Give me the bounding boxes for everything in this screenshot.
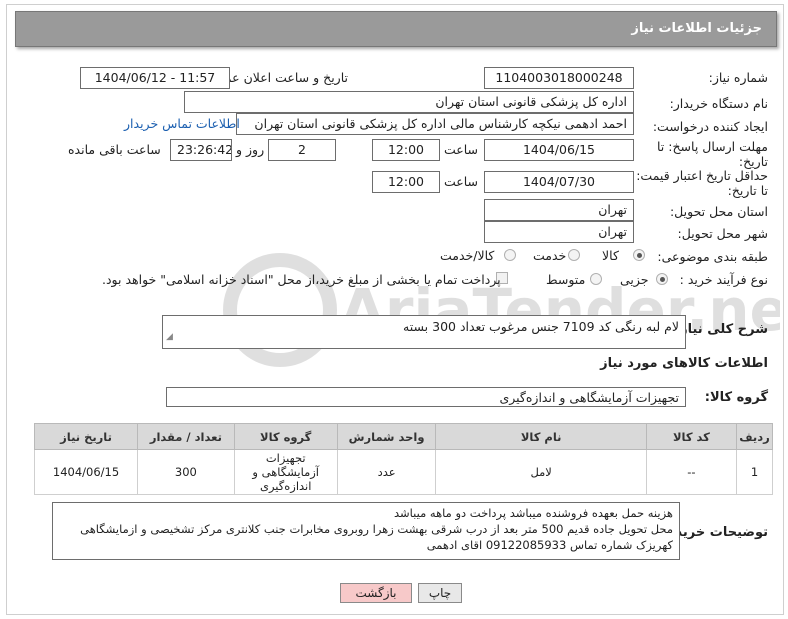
province-field: تهران: [484, 199, 634, 221]
back-button[interactable]: بازگشت: [340, 583, 412, 603]
days-label: روز و: [236, 142, 265, 157]
buyer-org-label: نام دستگاه خریدار:: [669, 96, 768, 111]
buyer-notes-line-1: هزینه حمل بعهده فروشنده میباشد پرداخت دو…: [393, 506, 673, 520]
remaining-time-field: 23:26:42: [170, 139, 232, 161]
creator-label: ایجاد کننده درخواست:: [652, 119, 768, 134]
process-label: نوع فرآیند خرید :: [679, 272, 768, 287]
buyer-org-field: اداره کل پزشکی قانونی استان تهران: [184, 91, 634, 113]
col-code: کد کالا: [645, 423, 738, 450]
col-date: تاریخ نیاز: [33, 423, 139, 450]
cell-group: تجهیزات آزمایشگاهی و اندازه‌گیری: [233, 449, 338, 495]
cell-row: 1: [736, 449, 773, 495]
category-radio-goods[interactable]: [633, 249, 645, 261]
goods-table-header: ردیف کد کالا نام کالا واحد شمارش گروه کا…: [33, 423, 773, 450]
buyer-contact-link[interactable]: اطلاعات تماس خریدار: [124, 116, 240, 131]
cell-name: لامل: [435, 449, 647, 495]
city-label: شهر محل تحویل:: [677, 226, 768, 241]
need-number-field: 1104003018000248: [484, 67, 634, 89]
category-option-both: کالا/خدمت: [440, 248, 495, 263]
goods-group-label: گروه کالا:: [704, 390, 768, 405]
category-label: طبقه بندی موضوعی:: [657, 249, 768, 264]
treasury-payment-note: پرداخت تمام یا بخشی از مبلغ خرید،از محل …: [102, 272, 501, 287]
category-option-service: خدمت: [533, 248, 567, 263]
process-radio-minor[interactable]: [656, 273, 668, 285]
panel-header: جزئیات اطلاعات نیاز: [15, 11, 777, 47]
remaining-label: ساعت باقی مانده: [68, 142, 161, 157]
validity-date-field: 1404/07/30: [484, 171, 634, 193]
days-remaining-field: 2: [268, 139, 336, 161]
buyer-notes-field: هزینه حمل بعهده فروشنده میباشد پرداخت دو…: [52, 502, 680, 560]
category-radio-service[interactable]: [568, 249, 580, 261]
validity-time-field: 12:00: [372, 171, 440, 193]
goods-table: ردیف کد کالا نام کالا واحد شمارش گروه کا…: [33, 423, 773, 495]
description-text: لام لبه رنگی کد 7109 جنس مرغوب تعداد 300…: [403, 319, 679, 334]
col-unit: واحد شمارش: [336, 423, 437, 450]
buyer-notes-line-2: محل تحویل جاده قدیم 500 متر بعد از درب ش…: [80, 522, 673, 536]
validity-label: حداقل تاریخ اعتبار قیمت: تا تاریخ:: [636, 168, 768, 198]
cell-unit: عدد: [336, 449, 437, 495]
deadline-label: مهلت ارسال پاسخ: تا تاریخ:: [657, 139, 768, 169]
cell-qty: 300: [137, 449, 235, 495]
resize-handle-icon[interactable]: ◢: [166, 328, 173, 346]
goods-group-field: تجهیزات آزمایشگاهی و اندازه‌گیری: [166, 387, 686, 407]
description-label: شرح کلی نیاز:: [674, 322, 768, 337]
panel-title: جزئیات اطلاعات نیاز: [631, 21, 762, 36]
description-textarea[interactable]: لام لبه رنگی کد 7109 جنس مرغوب تعداد 300…: [162, 315, 686, 349]
deadline-time-label: ساعت: [444, 142, 479, 157]
col-group: گروه کالا: [233, 423, 338, 450]
goods-section-title: اطلاعات کالاهای مورد نیاز: [600, 356, 768, 371]
col-row: ردیف: [736, 423, 773, 450]
col-name: نام کالا: [435, 423, 647, 450]
announce-field: 1404/06/12 - 11:57: [80, 67, 230, 89]
need-number-label: شماره نیاز:: [708, 70, 768, 85]
category-option-goods: کالا: [602, 248, 619, 263]
city-field: تهران: [484, 221, 634, 243]
province-label: استان محل تحویل:: [669, 204, 768, 219]
process-radio-medium[interactable]: [590, 273, 602, 285]
category-radio-both[interactable]: [504, 249, 516, 261]
print-button[interactable]: چاپ: [418, 583, 462, 603]
cell-code: --: [645, 449, 738, 495]
deadline-time-field: 12:00: [372, 139, 440, 161]
creator-field: احمد ادهمی نیکچه کارشناس مالی اداره کل پ…: [236, 113, 634, 135]
validity-time-label: ساعت: [444, 174, 479, 189]
process-option-minor: جزیی: [620, 272, 649, 287]
table-row: 1 -- لامل عدد تجهیزات آزمایشگاهی و انداز…: [33, 449, 773, 495]
deadline-date-field: 1404/06/15: [484, 139, 634, 161]
buyer-notes-line-3: کهریزک شماره تماس 09122085933 اقای ادهمی: [426, 538, 673, 552]
col-qty: تعداد / مقدار: [137, 423, 235, 450]
process-option-medium: متوسط: [546, 272, 586, 287]
cell-date: 1404/06/15: [33, 449, 139, 495]
